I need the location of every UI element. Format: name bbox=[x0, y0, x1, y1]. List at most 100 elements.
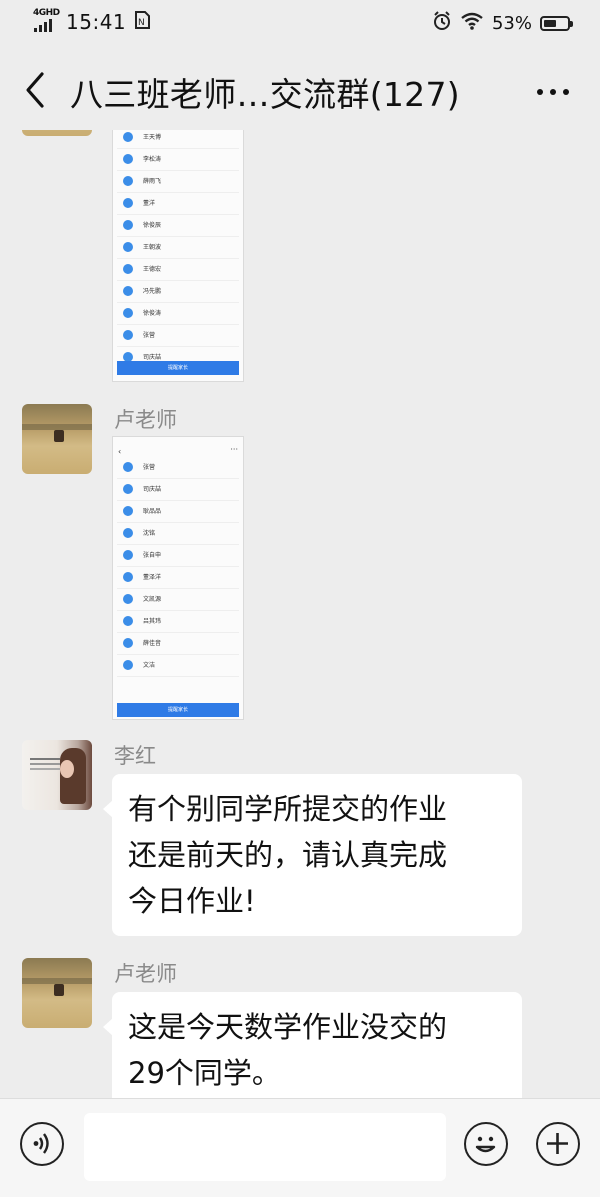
student-name: 沈铭 bbox=[143, 530, 156, 537]
student-row: 张营 bbox=[117, 325, 239, 347]
student-avatar-icon bbox=[123, 242, 133, 252]
student-row: 张自申 bbox=[117, 545, 239, 567]
voice-icon[interactable] bbox=[20, 1122, 64, 1166]
student-name: 李松涛 bbox=[143, 156, 162, 163]
student-name: 张营 bbox=[143, 332, 156, 339]
message-line: 有个别同学所提交的作业 bbox=[128, 792, 448, 826]
student-avatar-icon bbox=[123, 154, 133, 164]
student-name: 冯先鹏 bbox=[143, 288, 162, 295]
sender-avatar[interactable] bbox=[22, 740, 92, 810]
status-time: 15:41 bbox=[66, 10, 127, 34]
student-row: 王德宏 bbox=[117, 259, 239, 281]
student-avatar-icon bbox=[123, 572, 133, 582]
student-name: 张营 bbox=[143, 464, 156, 471]
alarm-icon bbox=[432, 11, 452, 36]
student-name: 司庆喆 bbox=[143, 354, 162, 361]
message-input[interactable] bbox=[84, 1113, 446, 1181]
battery-percent: 53% bbox=[491, 13, 532, 34]
student-name: 董泽洋 bbox=[143, 574, 162, 581]
student-row: 王天博 bbox=[117, 130, 239, 149]
student-row: 文洁 bbox=[117, 655, 239, 677]
student-row: 耿品品 bbox=[117, 501, 239, 523]
message-line: 还是前天的，请认真完成 bbox=[128, 838, 448, 872]
text-message[interactable]: 有个别同学所提交的作业 还是前天的，请认真完成 今日作业! bbox=[103, 774, 522, 936]
message-list[interactable]: 王天博 李松涛 薛雨飞 董洋 徐俊辰 王朝波 王德宏 冯先鹏 徐俊涛 张营 司庆喆 提醒家长 卢老师… bbox=[0, 130, 600, 1098]
student-avatar-icon bbox=[123, 308, 133, 318]
student-avatar-icon bbox=[123, 594, 133, 604]
message-line: 29个同学。 bbox=[128, 1056, 281, 1090]
image-nav-bar: ‹ ··· bbox=[118, 445, 238, 456]
student-row: 沈铭 bbox=[117, 523, 239, 545]
student-avatar-icon bbox=[123, 528, 133, 538]
student-avatar-icon bbox=[123, 550, 133, 560]
student-row: 李松涛 bbox=[117, 149, 239, 171]
student-avatar-icon bbox=[123, 264, 133, 274]
student-name: 张自申 bbox=[143, 552, 162, 559]
student-row: 冯先鹏 bbox=[117, 281, 239, 303]
student-name: 王天博 bbox=[143, 134, 162, 141]
student-avatar-icon bbox=[123, 132, 133, 142]
image-status-bar bbox=[113, 437, 243, 447]
text-message[interactable]: 这是今天数学作业没交的 29个同学。 bbox=[103, 992, 522, 1098]
student-row: 董洋 bbox=[117, 193, 239, 215]
plus-icon[interactable] bbox=[536, 1122, 580, 1166]
student-row: 徐俊涛 bbox=[117, 303, 239, 325]
student-row: 董泽洋 bbox=[117, 567, 239, 589]
sender-name: 李红 bbox=[114, 744, 156, 768]
student-list: 张营司庆喆耿品品沈铭张自申董泽洋文凯源吕其玮薛佳音文洁 bbox=[113, 457, 243, 677]
sim-card-icon: N bbox=[134, 11, 151, 33]
image-message[interactable]: ‹ ··· 张营司庆喆耿品品沈铭张自申董泽洋文凯源吕其玮薛佳音文洁 提醒家长 bbox=[112, 436, 244, 720]
student-row: 徐俊辰 bbox=[117, 215, 239, 237]
student-avatar-icon bbox=[123, 506, 133, 516]
student-name: 吕其玮 bbox=[143, 618, 162, 625]
student-name: 王德宏 bbox=[143, 266, 162, 273]
chat-title: 八三班老师…交流群(127) bbox=[70, 75, 460, 114]
student-avatar-icon bbox=[123, 198, 133, 208]
message-line: 这是今天数学作业没交的 bbox=[128, 1010, 448, 1044]
student-row: 文凯源 bbox=[117, 589, 239, 611]
remind-parents-button: 提醒家长 bbox=[117, 361, 239, 375]
input-bar bbox=[0, 1098, 600, 1197]
student-name: 薛雨飞 bbox=[143, 178, 162, 185]
student-name: 徐俊涛 bbox=[143, 310, 162, 317]
message-line: 今日作业! bbox=[128, 884, 256, 918]
back-arrow-icon[interactable] bbox=[18, 68, 58, 112]
battery-icon bbox=[540, 16, 573, 31]
student-list: 王天博李松涛薛雨飞董洋徐俊辰王朝波王德宏冯先鹏徐俊涛张营司庆喆 bbox=[113, 130, 243, 369]
remind-parents-button: 提醒家长 bbox=[117, 703, 239, 717]
wifi-icon bbox=[460, 11, 484, 36]
emoji-icon[interactable] bbox=[464, 1122, 508, 1166]
student-name: 董洋 bbox=[143, 200, 156, 207]
image-message[interactable]: 王天博李松涛薛雨飞董洋徐俊辰王朝波王德宏冯先鹏徐俊涛张营司庆喆 提醒家长 bbox=[112, 130, 244, 382]
student-avatar-icon bbox=[123, 484, 133, 494]
student-row: 王朝波 bbox=[117, 237, 239, 259]
student-name: 司庆喆 bbox=[143, 486, 162, 493]
student-name: 文凯源 bbox=[143, 596, 162, 603]
student-row: 司庆喆 bbox=[117, 479, 239, 501]
sender-name: 卢老师 bbox=[114, 962, 177, 986]
student-name: 徐俊辰 bbox=[143, 222, 162, 229]
sender-avatar[interactable] bbox=[22, 404, 92, 474]
sender-avatar[interactable] bbox=[22, 958, 92, 1028]
student-name: 王朝波 bbox=[143, 244, 162, 251]
student-avatar-icon bbox=[123, 660, 133, 670]
student-row: 薛雨飞 bbox=[117, 171, 239, 193]
student-row: 吕其玮 bbox=[117, 611, 239, 633]
student-avatar-icon bbox=[123, 330, 133, 340]
student-avatar-icon bbox=[123, 220, 133, 230]
student-avatar-icon bbox=[123, 616, 133, 626]
sender-avatar[interactable] bbox=[22, 130, 92, 136]
student-row: 张营 bbox=[117, 457, 239, 479]
chat-header: 八三班老师…交流群(127) bbox=[0, 46, 600, 132]
student-avatar-icon bbox=[123, 286, 133, 296]
signal-icon: 4GHD bbox=[32, 8, 60, 34]
student-avatar-icon bbox=[123, 462, 133, 472]
student-name: 薛佳音 bbox=[143, 640, 162, 647]
network-type: 4GHD bbox=[33, 8, 60, 18]
status-bar: 4GHD 15:41 N 53% bbox=[0, 0, 600, 46]
more-icon[interactable] bbox=[536, 78, 570, 98]
student-name: 耿品品 bbox=[143, 508, 162, 515]
svg-text:N: N bbox=[138, 18, 145, 28]
sender-name: 卢老师 bbox=[114, 408, 177, 432]
student-avatar-icon bbox=[123, 176, 133, 186]
